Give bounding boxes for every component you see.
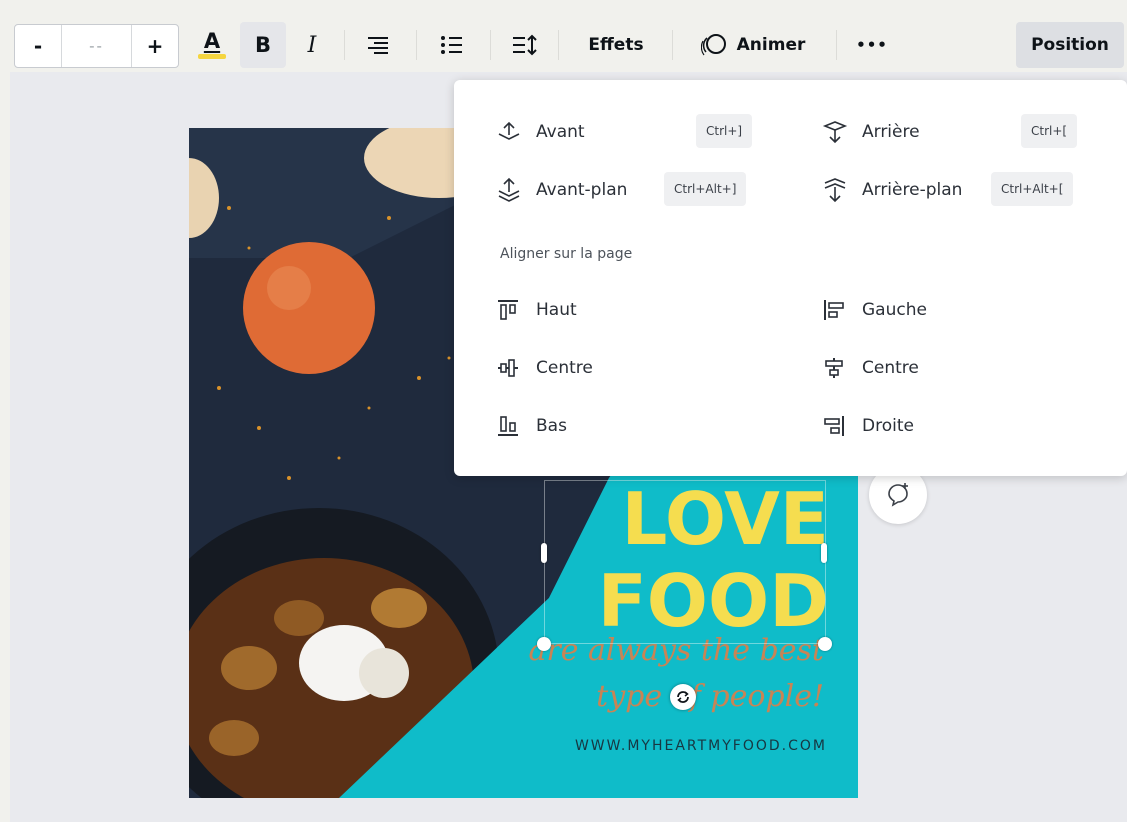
menu-item-bring-to-front[interactable]: Avant-plan — [496, 172, 627, 208]
toolbar-divider — [558, 30, 559, 60]
line-spacing-icon — [513, 34, 537, 56]
menu-item-label: Centre — [862, 358, 919, 378]
menu-item-label: Haut — [536, 300, 577, 320]
align-right-icon — [824, 416, 844, 436]
website-url-text[interactable]: WWW.MYHEARTMYFOOD.COM — [499, 738, 827, 754]
menu-item-label: Centre — [536, 358, 593, 378]
menu-item-align-right[interactable]: Droite — [822, 408, 914, 444]
resize-handle-bottom-left[interactable] — [537, 637, 551, 651]
rotate-icon — [677, 691, 689, 703]
resize-handle-right[interactable] — [821, 543, 827, 563]
list-button[interactable] — [430, 22, 474, 68]
toolbar-divider — [416, 30, 417, 60]
animate-button[interactable]: Animer — [688, 22, 818, 68]
toolbar-divider — [490, 30, 491, 60]
toolbar-divider — [836, 30, 837, 60]
font-size-decrease-button[interactable]: - — [15, 25, 61, 67]
text-color-button[interactable]: A — [192, 22, 232, 68]
toolbar-divider — [344, 30, 345, 60]
bring-forward-icon — [498, 121, 520, 140]
text-color-icon: A — [203, 29, 221, 53]
menu-item-label: Gauche — [862, 300, 927, 320]
resize-handle-left[interactable] — [541, 543, 547, 563]
shortcut-badge: Ctrl+Alt+[ — [991, 172, 1074, 206]
rotate-handle[interactable] — [670, 684, 696, 710]
align-section-heading: Aligner sur la page — [500, 246, 633, 262]
menu-item-label: Arrière — [862, 122, 920, 142]
align-left-icon — [824, 300, 844, 320]
bullet-list-icon — [441, 36, 462, 54]
bold-button[interactable]: B — [240, 22, 286, 68]
menu-item-label: Droite — [862, 416, 914, 436]
align-center-icon — [825, 358, 843, 378]
shortcut-badge: Ctrl+Alt+] — [664, 172, 747, 206]
position-button[interactable]: Position — [1016, 22, 1124, 68]
align-middle-icon — [498, 359, 518, 377]
italic-button[interactable]: I — [292, 22, 332, 68]
send-to-back-icon — [824, 178, 846, 203]
font-size-increase-button[interactable]: + — [132, 25, 178, 67]
text-toolbar: - -- + A B I Effets Animer ••• Position — [0, 0, 1127, 72]
menu-item-align-bottom[interactable]: Bas — [496, 408, 567, 444]
align-text-button[interactable] — [356, 22, 400, 68]
menu-item-align-top[interactable]: Haut — [496, 292, 577, 328]
more-options-button[interactable]: ••• — [850, 22, 894, 68]
menu-item-send-to-back[interactable]: Arrière-plan — [822, 172, 962, 208]
tagline-line-2: type of people! — [596, 679, 824, 714]
comment-plus-icon — [888, 483, 908, 507]
menu-item-align-left[interactable]: Gauche — [822, 292, 927, 328]
spacing-button[interactable] — [502, 22, 546, 68]
menu-item-forward[interactable]: Avant — [496, 114, 585, 150]
font-size-stepper: - -- + — [14, 24, 179, 68]
send-backward-icon — [822, 121, 848, 144]
font-size-input[interactable]: -- — [61, 25, 132, 67]
menu-item-label: Arrière-plan — [862, 180, 963, 200]
animate-icon — [700, 34, 726, 56]
text-color-swatch — [198, 54, 226, 59]
menu-item-label: Avant — [536, 122, 585, 142]
align-top-icon — [498, 300, 518, 320]
menu-item-label: Avant-plan — [536, 180, 628, 200]
effects-button[interactable]: Effets — [576, 22, 656, 68]
menu-item-backward[interactable]: Arrière — [822, 114, 920, 150]
menu-item-label: Bas — [536, 416, 567, 436]
resize-handle-bottom-right[interactable] — [818, 637, 832, 651]
animate-label: Animer — [736, 35, 806, 55]
align-bottom-icon — [498, 416, 518, 436]
shortcut-badge: Ctrl+] — [696, 114, 753, 148]
align-right-icon — [368, 37, 388, 54]
menu-item-align-center[interactable]: Centre — [822, 350, 919, 386]
menu-item-align-middle[interactable]: Centre — [496, 350, 593, 386]
toolbar-divider — [672, 30, 673, 60]
bring-to-front-icon — [498, 177, 520, 202]
shortcut-badge: Ctrl+[ — [1021, 114, 1078, 148]
selection-box — [544, 480, 826, 644]
